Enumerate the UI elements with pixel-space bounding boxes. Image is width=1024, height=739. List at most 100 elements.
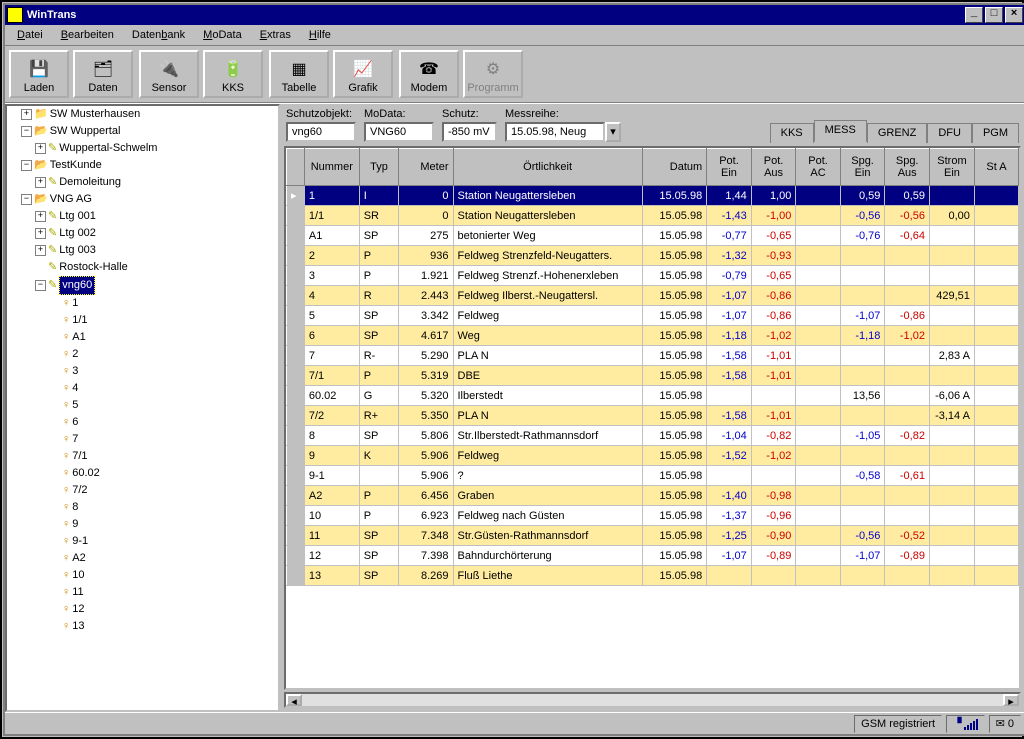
table-row[interactable]: 6SP4.617Weg15.05.98-1,18-1,02-1,18-1,02 — [287, 326, 1019, 346]
sensor-button[interactable]: 🔌Sensor — [139, 50, 199, 98]
tree-leaf[interactable]: A2 — [72, 550, 85, 567]
col-spg-aus[interactable]: Spg. Aus — [885, 149, 930, 186]
tree-pane[interactable]: +📁SW Musterhausen −📂SW Wuppertal +✎Wuppe… — [5, 104, 280, 712]
table-row[interactable]: 11SP7.348Str.Güsten-Rathmannsdorf15.05.9… — [287, 526, 1019, 546]
tab-pgm[interactable]: PGM — [972, 123, 1019, 143]
tabelle-button[interactable]: ▦Tabelle — [269, 50, 329, 98]
tree-item-selected[interactable]: vng60 — [59, 276, 95, 295]
table-row[interactable]: 10P6.923Feldweg nach Güsten15.05.98-1,37… — [287, 506, 1019, 526]
tree-leaf[interactable]: 8 — [72, 499, 78, 516]
tree-item[interactable]: Ltg 001 — [59, 208, 96, 225]
tree-item[interactable]: VNG AG — [50, 191, 92, 208]
table-row[interactable]: 7/1P5.319DBE15.05.98-1,58-1,01 — [287, 366, 1019, 386]
tree-leaf[interactable]: 11 — [72, 584, 83, 601]
chevron-down-icon[interactable]: ▾ — [605, 122, 621, 142]
tree-leaf[interactable]: 7 — [72, 431, 78, 448]
tree-leaf[interactable]: 2 — [72, 346, 78, 363]
expand-icon[interactable]: + — [35, 211, 46, 222]
close-button[interactable]: × — [1005, 7, 1023, 23]
tree-leaf[interactable]: 13 — [72, 618, 84, 635]
schutz-input[interactable]: -850 mV — [442, 122, 497, 142]
tree-leaf[interactable]: 4 — [72, 380, 78, 397]
menu-bearbeiten[interactable]: Bearbeiten — [53, 27, 122, 43]
tree-item[interactable]: Ltg 003 — [59, 242, 96, 259]
scroll-right-icon[interactable]: ▸ — [1003, 694, 1019, 706]
table-row[interactable]: 13SP8.269Fluß Liethe15.05.98 — [287, 566, 1019, 586]
laden-button[interactable]: 💾Laden — [9, 50, 69, 98]
collapse-icon[interactable]: − — [21, 126, 32, 137]
expand-icon[interactable]: + — [35, 143, 46, 154]
table-row[interactable]: 7/2R+5.350 PLA N15.05.98-1,58-1,01-3,14 … — [287, 406, 1019, 426]
tab-grenz[interactable]: GRENZ — [867, 123, 928, 143]
collapse-icon[interactable]: − — [21, 194, 32, 205]
tree-item[interactable]: SW Musterhausen — [50, 106, 140, 123]
programm-button[interactable]: ⚙Programm — [463, 50, 523, 98]
tree-item[interactable]: TestKunde — [50, 157, 102, 174]
table-row[interactable]: 3P1.921Feldweg Strenzf.-Hohenerxleben15.… — [287, 266, 1019, 286]
tree-leaf[interactable]: 9-1 — [72, 533, 88, 550]
col-pot-ein[interactable]: Pot. Ein — [707, 149, 752, 186]
messreihe-combo[interactable]: 15.05.98, Neug — [505, 122, 605, 142]
tab-dfu[interactable]: DFU — [927, 123, 972, 143]
col-nummer[interactable]: Nummer — [304, 149, 359, 186]
table-row[interactable]: A2P6.456Graben15.05.98-1,40-0,98 — [287, 486, 1019, 506]
tree-leaf[interactable]: 1/1 — [72, 312, 87, 329]
expand-icon[interactable]: + — [21, 109, 32, 120]
table-row[interactable]: 7R-5.290 PLA N15.05.98-1,58-1,012,83 A — [287, 346, 1019, 366]
table-row[interactable]: 12SP7.398Bahndurchörterung15.05.98-1,07-… — [287, 546, 1019, 566]
col-st-a[interactable]: St A — [974, 149, 1018, 186]
schutzobjekt-input[interactable]: vng60 — [286, 122, 356, 142]
menu-extras[interactable]: Extras — [252, 27, 299, 43]
table-row[interactable]: 8SP5.806Str.Ilberstedt-Rathmannsdorf15.0… — [287, 426, 1019, 446]
tab-mess[interactable]: MESS — [814, 120, 867, 142]
expand-icon[interactable]: + — [35, 228, 46, 239]
collapse-icon[interactable]: − — [35, 280, 46, 291]
scroll-left-icon[interactable]: ◂ — [286, 694, 302, 706]
col-spg-ein[interactable]: Spg. Ein — [840, 149, 885, 186]
table-row[interactable]: 60.02G5.320Ilberstedt15.05.9813,56-6,06 … — [287, 386, 1019, 406]
col-meter[interactable]: Meter — [399, 149, 453, 186]
tab-kks[interactable]: KKS — [770, 123, 814, 143]
table-row[interactable]: 5SP3.342Feldweg15.05.98-1,07-0,86-1,07-0… — [287, 306, 1019, 326]
col-pot-ac[interactable]: Pot. AC — [796, 149, 840, 186]
grafik-button[interactable]: 📈Grafik — [333, 50, 393, 98]
minimize-button[interactable]: _ — [965, 7, 983, 23]
tree-leaf[interactable]: 12 — [72, 601, 84, 618]
tree-item[interactable]: Rostock-Halle — [59, 259, 127, 276]
menu-modata[interactable]: MoData — [195, 27, 250, 43]
col-strom-ein[interactable]: Strom Ein — [929, 149, 974, 186]
table-row[interactable]: 4R2.443Feldweg Ilberst.-Neugattersl.15.0… — [287, 286, 1019, 306]
tree-item[interactable]: SW Wuppertal — [50, 123, 121, 140]
tree-leaf[interactable]: 3 — [72, 363, 78, 380]
col-pot-aus[interactable]: Pot. Aus — [751, 149, 796, 186]
collapse-icon[interactable]: − — [21, 160, 32, 171]
data-grid[interactable]: Nummer Typ Meter Örtlichkeit Datum Pot. … — [284, 146, 1021, 690]
tree-leaf[interactable]: 7/2 — [72, 482, 87, 499]
table-row[interactable]: 9K5.906Feldweg15.05.98-1,52-1,02 — [287, 446, 1019, 466]
tree-leaf[interactable]: 10 — [72, 567, 84, 584]
col-typ[interactable]: Typ — [359, 149, 398, 186]
tree-leaf[interactable]: 60.02 — [72, 465, 100, 482]
maximize-button[interactable]: □ — [985, 7, 1003, 23]
table-row[interactable]: ▸1I0Station Neugattersleben15.05.981,441… — [287, 186, 1019, 206]
table-row[interactable]: 2P936Feldweg Strenzfeld-Neugatters.15.05… — [287, 246, 1019, 266]
expand-icon[interactable]: + — [35, 177, 46, 188]
menu-datei[interactable]: Datei — [9, 27, 51, 43]
tree-leaf[interactable]: 6 — [72, 414, 78, 431]
col-datum[interactable]: Datum — [642, 149, 706, 186]
horizontal-scrollbar[interactable]: ◂ ▸ — [284, 692, 1021, 708]
modem-button[interactable]: ☎Modem — [399, 50, 459, 98]
tree-leaf[interactable]: 9 — [72, 516, 78, 533]
expand-icon[interactable]: + — [35, 245, 46, 256]
table-row[interactable]: 9-15.906?15.05.98-0,58-0,61 — [287, 466, 1019, 486]
tree-item[interactable]: Demoleitung — [59, 174, 121, 191]
modata-input[interactable]: VNG60 — [364, 122, 434, 142]
tree-leaf[interactable]: 5 — [72, 397, 78, 414]
tree-leaf[interactable]: A1 — [72, 329, 85, 346]
kks-button[interactable]: 🔋KKS — [203, 50, 263, 98]
menu-datenbank[interactable]: Datenbank — [124, 27, 193, 43]
daten-button[interactable]: 🗂Daten — [73, 50, 133, 98]
tree-item[interactable]: Wuppertal-Schwelm — [59, 140, 157, 157]
tree-leaf[interactable]: 1 — [72, 295, 78, 312]
tree-leaf[interactable]: 7/1 — [72, 448, 87, 465]
